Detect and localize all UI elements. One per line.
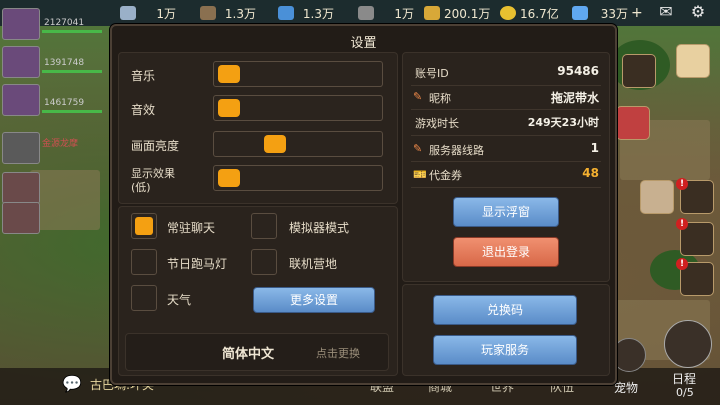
- resource-gold: 16.7亿: [500, 4, 559, 22]
- schedule-label: 日程: [672, 372, 697, 386]
- server-line-label: 服务器线路: [429, 144, 484, 157]
- chicken-icon[interactable]: [640, 180, 674, 214]
- redeem-code-button[interactable]: 兑换码: [433, 295, 577, 325]
- language-value: 简体中文: [222, 347, 275, 362]
- gear-icon[interactable]: ⚙: [688, 3, 708, 21]
- character-avatar[interactable]: [676, 44, 710, 78]
- resource-crystal: 1.3万: [278, 4, 334, 22]
- crystal-icon: [278, 6, 294, 20]
- chat-icon[interactable]: 💬: [62, 374, 82, 393]
- hero-hp-bar: [42, 70, 102, 73]
- logout-button[interactable]: 退出登录: [453, 237, 559, 267]
- resource-bar: 1万 1.3万 1.3万 1万 200.1万 16.7亿 33万 + ✉ ⚙: [0, 0, 720, 26]
- checkbox-weather[interactable]: [131, 285, 157, 311]
- hero-portrait[interactable]: [2, 202, 40, 234]
- music-label: 音乐: [131, 69, 156, 83]
- settings-dialog: 设置 音乐 音效 画面亮度 显示效果 (低) 常驻聊天 模拟器模式 节日跑马灯 …: [110, 24, 617, 385]
- checkbox-festival-marquee[interactable]: [131, 249, 157, 275]
- voucher-value: 48: [582, 166, 599, 180]
- option-label: 联机营地: [289, 257, 338, 271]
- display-slider[interactable]: [213, 165, 383, 191]
- language-selector[interactable]: 简体中文 点击更换: [125, 333, 389, 371]
- hero-hp-bar: [42, 110, 102, 113]
- edit-icon[interactable]: ✎: [413, 143, 425, 155]
- pet-label: 宠物: [614, 381, 639, 395]
- add-icon[interactable]: +: [631, 5, 643, 21]
- account-id-label: 账号ID: [415, 67, 449, 80]
- schedule-count: 0/5: [676, 386, 694, 399]
- wood-icon: [200, 6, 216, 20]
- gold-coin-icon: [500, 6, 516, 20]
- player-service-button[interactable]: 玩家服务: [433, 335, 577, 365]
- sfx-label: 音效: [131, 103, 156, 117]
- audio-video-panel: 音乐 音效 画面亮度 显示效果 (低): [118, 52, 398, 204]
- options-panel: 常驻聊天 模拟器模式 节日跑马灯 联机营地 天气 更多设置 简体中文 点击更换: [118, 206, 398, 376]
- nickname-value: 拖泥带水: [550, 91, 599, 105]
- resource-silver: 1万: [120, 4, 176, 22]
- account-panel: 账号ID 95486 ✎ 昵称 拖泥带水 游戏时长 249天23小时 ✎ 服务器…: [402, 52, 610, 282]
- resource-wood: 1.3万: [200, 4, 256, 22]
- slider-knob[interactable]: [218, 169, 240, 187]
- resource-stone: 1万: [358, 4, 414, 22]
- diamond-icon: [572, 6, 588, 20]
- slider-knob[interactable]: [264, 135, 286, 153]
- sfx-slider[interactable]: [213, 95, 383, 121]
- hero-portrait[interactable]: [2, 8, 40, 40]
- service-panel: 兑换码 玩家服务: [402, 284, 610, 376]
- playtime-value: 249天23小时: [527, 116, 599, 129]
- calendar-icon[interactable]: [622, 54, 656, 88]
- alert-badge: !: [676, 178, 688, 190]
- display-sub-label: (低): [131, 181, 151, 194]
- slider-knob[interactable]: [218, 65, 240, 83]
- silver-icon: [120, 6, 136, 20]
- voucher-icon: 🎫: [413, 168, 427, 181]
- language-change-hint[interactable]: 点击更换: [316, 345, 360, 361]
- edit-icon[interactable]: ✎: [413, 91, 425, 103]
- hero-power: 1461759: [44, 98, 85, 108]
- paw-icon[interactable]: [612, 338, 646, 372]
- hero-power: 1391748: [44, 58, 85, 68]
- event-banner-icon[interactable]: [616, 106, 650, 140]
- checkbox-emulator-mode[interactable]: [251, 213, 277, 239]
- dialog-title: 设置: [350, 36, 377, 51]
- stone-icon: [358, 6, 374, 20]
- brightness-slider[interactable]: [213, 131, 383, 157]
- option-label: 模拟器模式: [289, 221, 350, 235]
- checkbox-resident-chat[interactable]: [131, 213, 157, 239]
- option-label: 常驻聊天: [167, 221, 216, 235]
- mail-icon[interactable]: ✉: [656, 3, 676, 21]
- checkbox-online-camp[interactable]: [251, 249, 277, 275]
- resource-diamond[interactable]: 33万 +: [572, 4, 643, 22]
- hero-portrait[interactable]: [2, 132, 40, 164]
- show-float-button[interactable]: 显示浮窗: [453, 197, 559, 227]
- hero-portrait[interactable]: [2, 46, 40, 78]
- hero-hp-bar: [42, 30, 102, 33]
- brightness-label: 画面亮度: [131, 139, 180, 153]
- music-slider[interactable]: [213, 61, 383, 87]
- hero-power: 2127041: [44, 18, 85, 28]
- nickname-label: 昵称: [429, 92, 451, 105]
- option-label: 节日跑马灯: [167, 257, 228, 271]
- hero-portrait[interactable]: [2, 84, 40, 116]
- schedule-avatar[interactable]: [664, 320, 712, 368]
- hero-portrait[interactable]: [2, 172, 40, 204]
- account-id-value: 95486: [557, 64, 599, 78]
- resource-wheat: 200.1万: [424, 4, 490, 22]
- wheat-icon: [424, 6, 440, 20]
- voucher-label: 代金券: [429, 169, 462, 182]
- server-line-value: 1: [590, 141, 599, 155]
- slider-knob[interactable]: [218, 99, 240, 117]
- alert-badge: !: [676, 258, 688, 270]
- alert-badge: !: [676, 218, 688, 230]
- playtime-label: 游戏时长: [415, 117, 459, 130]
- option-label: 天气: [167, 293, 192, 307]
- more-settings-button[interactable]: 更多设置: [253, 287, 375, 313]
- hero-name: 金源龙摩: [42, 139, 79, 149]
